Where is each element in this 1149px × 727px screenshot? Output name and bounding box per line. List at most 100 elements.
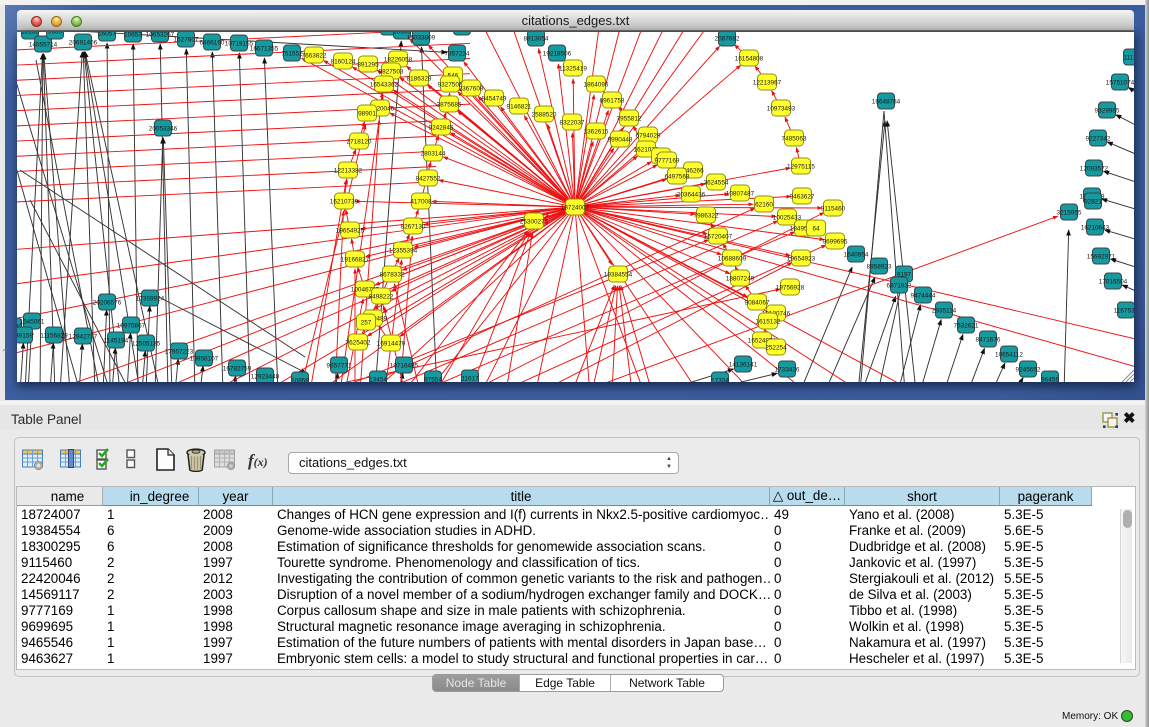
svg-text:11325419: 11325419	[559, 65, 587, 72]
svg-text:12975115: 12975115	[787, 163, 815, 170]
svg-text:8322037: 8322037	[560, 119, 585, 126]
svg-text:11156829: 11156829	[40, 332, 68, 339]
svg-text:8990448: 8990448	[608, 136, 633, 143]
svg-text:12093572: 12093572	[1080, 165, 1109, 172]
svg-text:9146821: 9146821	[507, 103, 532, 110]
svg-text:16210739: 16210739	[330, 198, 359, 205]
svg-text:3624554: 3624554	[704, 179, 729, 186]
svg-text:8813054: 8813054	[524, 35, 549, 42]
svg-text:10958107: 10958107	[190, 355, 219, 362]
svg-text:25300275: 25300275	[520, 218, 549, 225]
svg-text:8678332: 8678332	[380, 271, 405, 278]
svg-text:1167533: 1167533	[1114, 307, 1134, 314]
svg-text:12213967: 12213967	[753, 79, 782, 86]
svg-text:6871932: 6871932	[887, 282, 912, 289]
svg-text:16671355: 16671355	[250, 45, 279, 52]
svg-text:7357224: 7357224	[445, 50, 470, 57]
svg-text:9827503: 9827503	[379, 68, 404, 75]
svg-text:9242845: 9242845	[429, 124, 454, 131]
svg-text:2367608: 2367608	[459, 85, 484, 92]
svg-text:9329965: 9329965	[1095, 107, 1120, 114]
svg-text:18807249: 18807249	[726, 275, 755, 282]
svg-text:12942737: 12942737	[69, 333, 98, 340]
svg-text:14055714: 14055714	[29, 41, 58, 48]
svg-text:19654925: 19654925	[336, 227, 365, 234]
svg-text:10958: 10958	[291, 377, 309, 382]
svg-text:6497568: 6497568	[665, 173, 690, 180]
svg-text:39159: 39159	[17, 332, 33, 339]
svg-text:15720407: 15720407	[704, 233, 733, 240]
svg-text:16543362: 16543362	[370, 81, 399, 88]
svg-text:18226058: 18226058	[384, 56, 413, 63]
svg-text:97554: 97554	[424, 376, 442, 382]
svg-text:1733426: 1733426	[775, 366, 800, 373]
svg-text:7986322: 7986322	[694, 212, 719, 219]
svg-text:16033809: 16033809	[407, 34, 436, 41]
svg-text:8471676: 8471676	[976, 336, 1001, 343]
svg-text:9227342: 9227342	[1086, 135, 1111, 142]
svg-text:16210643: 16210643	[1081, 224, 1110, 231]
svg-text:96456: 96456	[1041, 376, 1059, 382]
svg-text:18135: 18135	[21, 32, 39, 35]
svg-text:9245652: 9245652	[1016, 366, 1041, 373]
svg-text:8267130: 8267130	[401, 223, 426, 230]
svg-text:8498222: 8498222	[369, 293, 394, 300]
svg-text:6466160: 6466160	[200, 39, 225, 46]
svg-text:9474444: 9474444	[911, 292, 936, 299]
svg-text:9084067: 9084067	[745, 299, 770, 306]
svg-text:16057: 16057	[98, 32, 116, 37]
svg-text:8186328: 8186328	[407, 75, 432, 82]
svg-text:9699695: 9699695	[823, 238, 848, 245]
svg-text:10975867: 10975867	[117, 322, 146, 329]
svg-text:7955812: 7955812	[617, 115, 642, 122]
svg-text:6794028: 6794028	[636, 132, 661, 139]
svg-text:8958923: 8958923	[867, 263, 892, 270]
svg-text:19716485: 19716485	[390, 362, 419, 369]
svg-text:20364436: 20364436	[677, 191, 706, 198]
svg-text:9605: 9605	[48, 32, 63, 35]
svg-text:11171: 11171	[1124, 54, 1134, 61]
svg-text:16914479: 16914479	[377, 340, 406, 347]
svg-text:10973493: 10973493	[767, 105, 796, 112]
svg-text:10653267: 10653267	[146, 32, 175, 38]
svg-text:15751074: 15751074	[1106, 79, 1134, 86]
svg-text:1615132: 1615132	[756, 318, 781, 325]
svg-text:3875685: 3875685	[437, 101, 462, 108]
svg-text:98901: 98901	[358, 110, 376, 117]
svg-text:257: 257	[361, 319, 372, 326]
svg-text:20206576: 20206576	[93, 299, 122, 306]
svg-text:8160124: 8160124	[331, 58, 356, 65]
svg-text:9777169: 9777169	[655, 157, 680, 164]
svg-text:19384554: 19384554	[604, 271, 633, 278]
svg-text:1362615: 1362615	[584, 128, 609, 135]
svg-text:10807487: 10807487	[726, 190, 755, 197]
svg-text:20691406: 20691406	[69, 39, 98, 46]
svg-text:2803144: 2803144	[421, 150, 446, 157]
svg-text:20053346: 20053346	[149, 125, 178, 132]
svg-text:11617: 11617	[461, 375, 479, 382]
svg-text:18724007: 18724007	[561, 204, 590, 211]
svg-text:64: 64	[812, 225, 820, 232]
svg-text:13454: 13454	[369, 376, 387, 382]
svg-text:19756928: 19756928	[776, 284, 805, 291]
svg-text:16648784: 16648784	[872, 98, 901, 105]
svg-text:2935114: 2935114	[932, 307, 957, 314]
svg-text:1864096: 1864096	[584, 81, 609, 88]
svg-text:10654112: 10654112	[995, 351, 1023, 358]
svg-text:8454749: 8454749	[482, 95, 507, 102]
svg-text:16782759: 16782759	[223, 365, 252, 372]
svg-text:1145194: 1145194	[104, 337, 129, 344]
svg-text:1640954: 1640954	[844, 251, 869, 258]
svg-text:891295: 891295	[357, 61, 379, 68]
svg-text:17016504: 17016504	[1099, 278, 1128, 285]
svg-text:14136141: 14136141	[729, 361, 758, 368]
svg-text:2588520: 2588520	[532, 111, 557, 118]
svg-text:9463627: 9463627	[790, 193, 815, 200]
svg-text:7632621: 7632621	[954, 322, 979, 329]
svg-text:19166827: 19166827	[341, 256, 370, 263]
svg-text:417008: 417008	[410, 198, 432, 205]
svg-text:2718120: 2718120	[347, 138, 372, 145]
svg-text:92821: 92821	[1084, 198, 1102, 205]
svg-text:12355394: 12355394	[389, 247, 418, 254]
svg-text:1545061: 1545061	[20, 318, 45, 325]
